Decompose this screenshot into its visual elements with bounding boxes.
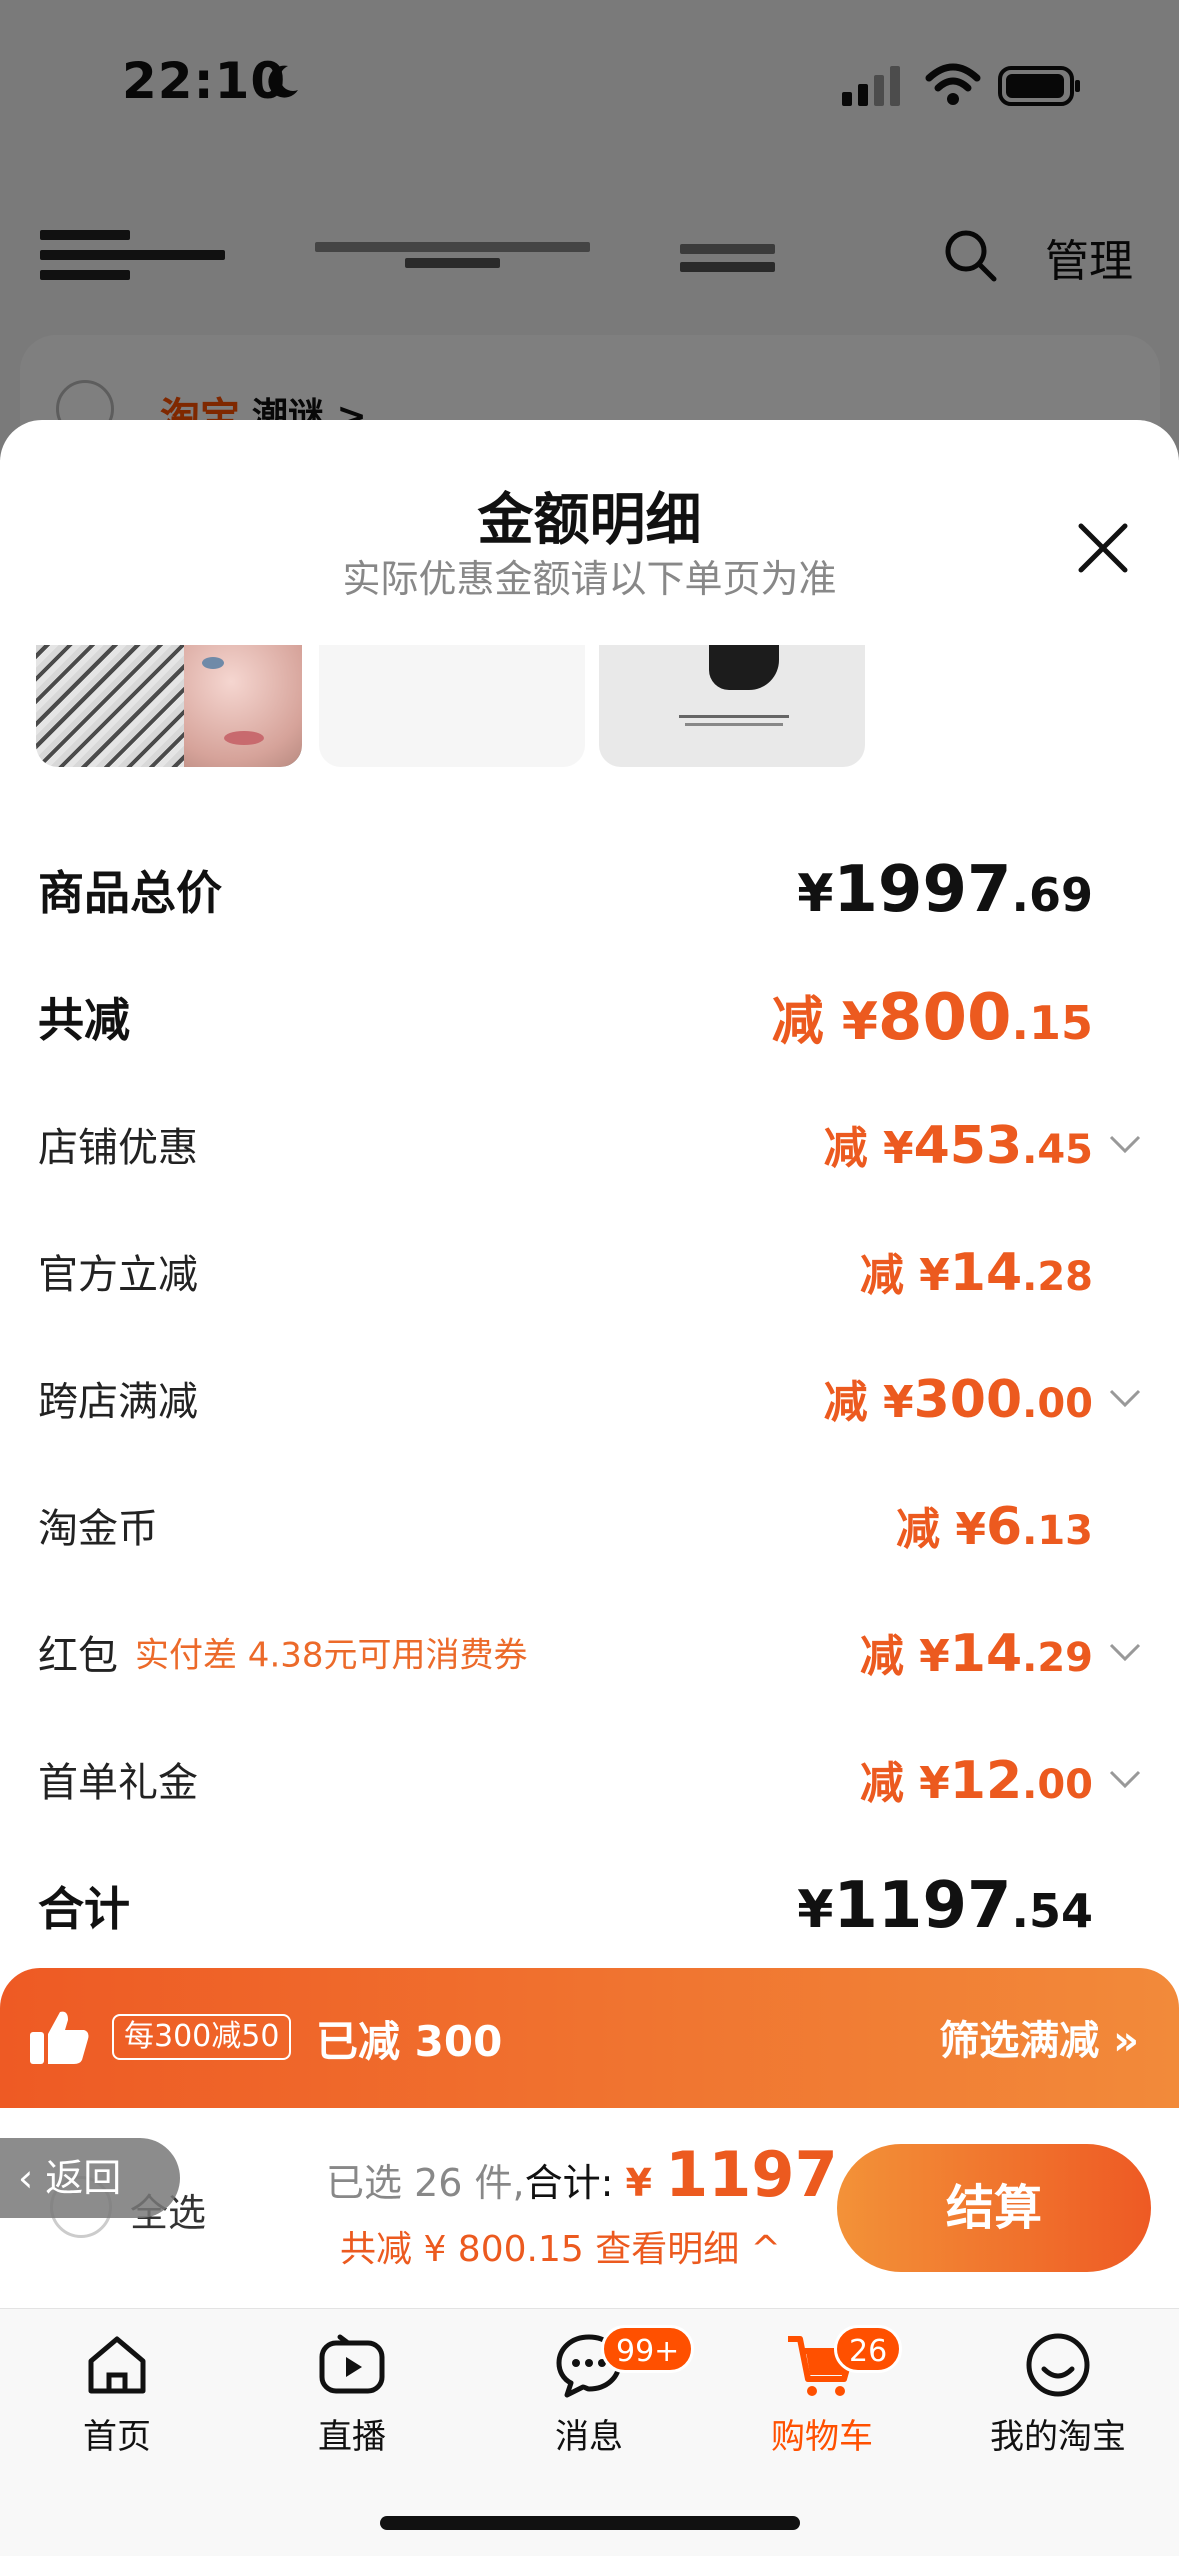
row-value: ¥1997.69 [797, 853, 1093, 927]
row-value: 减 ¥453.45 [823, 1116, 1093, 1176]
product-thumbnail[interactable] [599, 645, 865, 767]
row-label: 官方立减 [38, 1252, 198, 1298]
row-label: 红包 [38, 1633, 118, 1679]
row-label: 跨店满减 [38, 1379, 198, 1425]
tab-messages[interactable]: 消息 99+ [489, 2325, 695, 2479]
promo-done: 已减 300 [316, 2017, 503, 2066]
background-cart-page: 22:10 [0, 0, 1179, 535]
selected-count: 已选 26 件, [326, 2161, 525, 2205]
row-first-order-gift[interactable]: 首单礼金 减 ¥12.00 [0, 1729, 1179, 1829]
row-goods-total: 商品总价 ¥1997.69 [0, 840, 1179, 940]
tab-label: 直播 [318, 2417, 386, 2457]
tab-label: 首页 [83, 2417, 151, 2457]
chevron-down-icon[interactable] [1107, 1767, 1143, 1791]
tab-label: 购物车 [771, 2417, 873, 2457]
dim-overlay [0, 0, 1179, 460]
tab-label: 我的淘宝 [990, 2417, 1126, 2457]
row-official-discount: 官方立减 减 ¥14.28 [0, 1221, 1179, 1321]
row-value: 减 ¥12.00 [859, 1751, 1093, 1811]
tab-home[interactable]: 首页 [17, 2329, 217, 2479]
tab-my-taobao[interactable]: 我的淘宝 [958, 2329, 1158, 2479]
smile-face-icon [1026, 2333, 1090, 2397]
row-value: 减 ¥14.29 [859, 1624, 1093, 1684]
row-taobao-coins: 淘金币 减 ¥6.13 [0, 1475, 1179, 1575]
selected-summary: 已选 26 件,合计: ¥ 1197.54 [326, 2138, 902, 2211]
row-red-packet[interactable]: 红包 实付差 4.38元可用消费券 减 ¥14.29 [0, 1602, 1179, 1702]
row-label: 店铺优惠 [38, 1125, 198, 1171]
checkout-bar: 全选 ‹ 返回 已选 26 件,合计: ¥ 1197.54 共减 ¥ 800.1… [0, 2108, 1179, 2308]
row-value: 减 ¥14.28 [859, 1243, 1093, 1303]
total-label: 合计: [524, 2161, 626, 2205]
row-label: 首单礼金 [38, 1760, 198, 1806]
chevron-down-icon[interactable] [1107, 1386, 1143, 1410]
red-packet-note: 实付差 4.38元可用消费券 [135, 1635, 528, 1676]
home-indicator [380, 2516, 800, 2530]
row-cross-store-discount[interactable]: 跨店满减 减 ¥300.00 [0, 1348, 1179, 1448]
message-badge: 99+ [601, 2325, 695, 2373]
sheet-title: 金额明细 [477, 488, 702, 553]
row-label: 共减 [38, 993, 130, 1047]
tab-label: 消息 [555, 2417, 623, 2457]
promo-bar: 每300减50 已减 300 筛选满减 » [0, 1968, 1179, 2108]
home-icon [88, 2336, 146, 2394]
product-thumbnail[interactable] [36, 645, 302, 767]
chevron-down-icon[interactable] [1107, 1640, 1143, 1664]
row-label: 合计 [38, 1882, 130, 1936]
row-total-reduction: 共减 减 ¥800.15 [0, 967, 1179, 1067]
row-label: 淘金币 [38, 1506, 158, 1552]
product-thumbnails [36, 645, 1136, 773]
view-detail-link[interactable]: 共减 ¥ 800.15 查看明细 ^ [340, 2220, 781, 2272]
row-shop-discount[interactable]: 店铺优惠 减 ¥453.45 [0, 1094, 1179, 1194]
tab-cart[interactable]: 购物车 26 [722, 2325, 922, 2479]
cart-badge: 26 [834, 2325, 903, 2373]
play-icon [319, 2334, 385, 2394]
row-value: ¥1197.54 [797, 1869, 1093, 1943]
row-value: 减 ¥800.15 [771, 981, 1093, 1055]
sheet-subtitle: 实际优惠金额请以下单页为准 [342, 557, 837, 601]
back-button[interactable]: ‹ 返回 [0, 2138, 180, 2218]
close-icon[interactable] [1075, 520, 1131, 576]
tab-live[interactable]: 直播 [252, 2329, 452, 2479]
row-value: 减 ¥6.13 [896, 1497, 1093, 1557]
checkout-button[interactable]: 结算 [837, 2144, 1151, 2272]
row-grand-total: 合计 ¥1197.54 [0, 1856, 1179, 1956]
promo-tag: 每300减50 [112, 2014, 292, 2060]
filter-discount-button[interactable]: 筛选满减 » [939, 2008, 1139, 2066]
thumbs-up-icon [30, 2011, 89, 2064]
row-label: 商品总价 [38, 866, 222, 920]
chevron-down-icon[interactable] [1107, 1132, 1143, 1156]
amount-detail-sheet: 金额明细 实际优惠金额请以下单页为准 商品总价 ¥1997.69 共减 减 ¥8… [0, 420, 1179, 2120]
screen: 22:10 [0, 0, 1179, 2556]
product-thumbnail[interactable] [319, 645, 585, 767]
row-value: 减 ¥300.00 [823, 1370, 1093, 1430]
